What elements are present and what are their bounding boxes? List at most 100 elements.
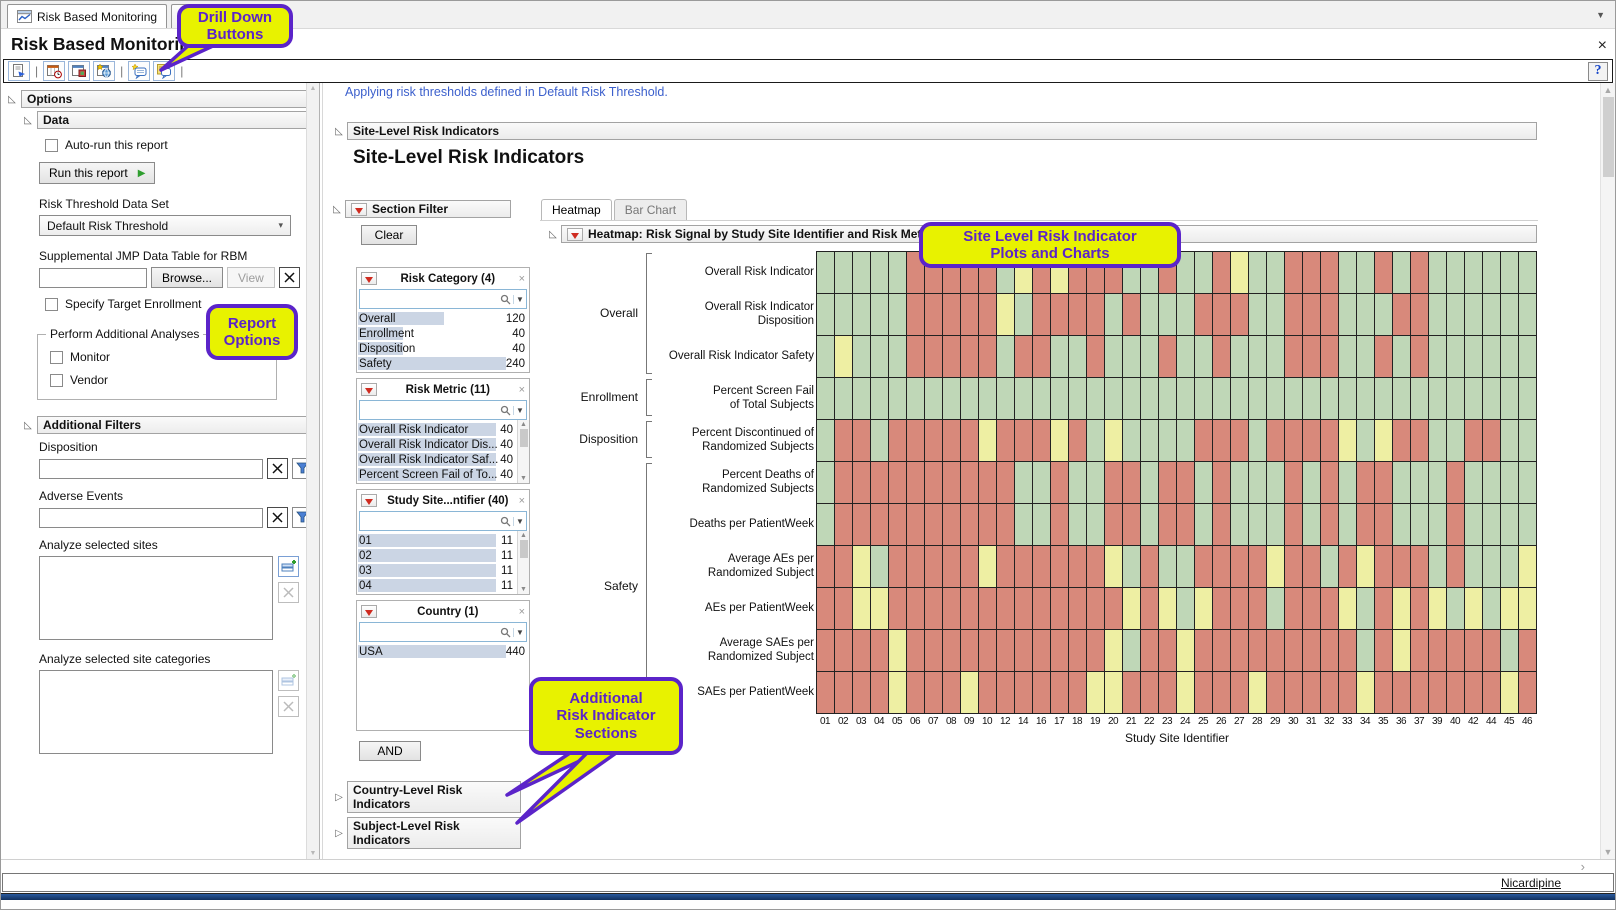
heatmap-cell[interactable]	[1357, 462, 1375, 504]
heatmap-cell[interactable]	[1303, 588, 1321, 630]
tab-heatmap[interactable]: Heatmap	[541, 199, 612, 220]
heatmap-cell[interactable]	[1105, 546, 1123, 588]
heatmap-cell[interactable]	[889, 294, 907, 336]
heatmap-cell[interactable]	[853, 378, 871, 420]
heatmap-cell[interactable]	[943, 588, 961, 630]
heatmap-cell[interactable]	[907, 630, 925, 672]
heatmap-cell[interactable]	[1105, 630, 1123, 672]
clear-filter-button[interactable]: Clear	[361, 225, 417, 245]
scroll-up-icon[interactable]: ▲	[1604, 85, 1613, 95]
heatmap-cell[interactable]	[889, 378, 907, 420]
heatmap-cell[interactable]	[1339, 378, 1357, 420]
heatmap-cell[interactable]	[1105, 336, 1123, 378]
heatmap-cell[interactable]	[1465, 462, 1483, 504]
filter-item[interactable]: Overall Risk Indicator Saf...40	[357, 452, 517, 467]
heatmap-cell[interactable]	[853, 420, 871, 462]
heatmap-cell[interactable]	[1195, 420, 1213, 462]
filter-search-input[interactable]	[360, 624, 498, 640]
heatmap-cell[interactable]	[889, 630, 907, 672]
heatmap-cell[interactable]	[1465, 546, 1483, 588]
heatmap-cell[interactable]	[1177, 420, 1195, 462]
heatmap-cell[interactable]	[1231, 252, 1249, 294]
heatmap-cell[interactable]	[997, 336, 1015, 378]
filter-scrollbar[interactable]: ▲▼	[517, 531, 529, 594]
heatmap-cell[interactable]	[1069, 336, 1087, 378]
heatmap-cell[interactable]	[1033, 462, 1051, 504]
data-section-header[interactable]: ◺ Data	[19, 111, 313, 129]
heatmap-cell[interactable]	[835, 630, 853, 672]
heatmap-cell[interactable]	[1141, 462, 1159, 504]
heatmap-cell[interactable]	[1033, 378, 1051, 420]
heatmap-cell[interactable]	[1429, 420, 1447, 462]
scroll-down-icon[interactable]: ▼	[310, 850, 317, 857]
heatmap-cell[interactable]	[1177, 546, 1195, 588]
table-export-icon[interactable]	[68, 61, 90, 81]
heatmap-cell[interactable]	[997, 504, 1015, 546]
scrollbar-thumb[interactable]	[520, 429, 528, 447]
heatmap-cell[interactable]	[1519, 546, 1537, 588]
filter-search-input[interactable]	[360, 513, 498, 529]
heatmap-cell[interactable]	[907, 378, 925, 420]
heatmap-cell[interactable]	[1087, 420, 1105, 462]
heatmap-cell[interactable]	[889, 672, 907, 714]
note-bubble-icon[interactable]	[128, 61, 150, 81]
heatmap-cell[interactable]	[1105, 378, 1123, 420]
heatmap-cell[interactable]	[817, 630, 835, 672]
heatmap-cell[interactable]	[1375, 672, 1393, 714]
tab-list-dropdown-icon[interactable]: ▼	[1596, 10, 1605, 20]
heatmap-cell[interactable]	[853, 504, 871, 546]
heatmap-cell[interactable]	[1375, 336, 1393, 378]
disposition-filter-input[interactable]	[39, 459, 263, 479]
heatmap-cell[interactable]	[1231, 336, 1249, 378]
heatmap-cell[interactable]	[817, 420, 835, 462]
heatmap-cell[interactable]	[961, 546, 979, 588]
heatmap-cell[interactable]	[1411, 378, 1429, 420]
heatmap-cell[interactable]	[1051, 294, 1069, 336]
filter-item[interactable]: 0111	[357, 533, 517, 548]
heatmap-cell[interactable]	[1105, 504, 1123, 546]
heatmap-cell[interactable]	[943, 504, 961, 546]
additional-filters-header[interactable]: ◺ Additional Filters	[19, 416, 313, 434]
filter-item[interactable]: 0211	[357, 548, 517, 563]
heatmap-cell[interactable]	[907, 504, 925, 546]
heatmap-cell[interactable]	[1015, 546, 1033, 588]
heatmap-cell[interactable]	[1483, 378, 1501, 420]
heatmap-cell[interactable]	[1051, 420, 1069, 462]
heatmap-cell[interactable]	[1411, 294, 1429, 336]
heatmap-cell[interactable]	[1267, 672, 1285, 714]
heatmap-cell[interactable]	[1015, 672, 1033, 714]
heatmap-cell[interactable]	[1069, 588, 1087, 630]
heatmap-cell[interactable]	[1249, 546, 1267, 588]
heatmap-cell[interactable]	[835, 504, 853, 546]
heatmap-cell[interactable]	[1447, 462, 1465, 504]
heatmap-cell[interactable]	[1483, 588, 1501, 630]
heatmap-cell[interactable]	[1087, 504, 1105, 546]
heatmap-cell[interactable]	[1285, 462, 1303, 504]
heatmap-cell[interactable]	[1033, 672, 1051, 714]
heatmap-cell[interactable]	[1051, 462, 1069, 504]
heatmap-cell[interactable]	[979, 462, 997, 504]
heatmap-cell[interactable]	[1321, 420, 1339, 462]
heatmap-cell[interactable]	[1303, 420, 1321, 462]
heatmap-cell[interactable]	[1339, 588, 1357, 630]
heatmap-cell[interactable]	[1195, 588, 1213, 630]
heatmap-cell[interactable]	[997, 378, 1015, 420]
heatmap-cell[interactable]	[1249, 462, 1267, 504]
heatmap-cell[interactable]	[1213, 294, 1231, 336]
heatmap-cell[interactable]	[997, 630, 1015, 672]
heatmap-cell[interactable]	[1411, 546, 1429, 588]
heatmap-cell[interactable]	[1159, 504, 1177, 546]
options-section-header[interactable]: ◺ Options	[3, 90, 313, 108]
heatmap-cell[interactable]	[1321, 630, 1339, 672]
heatmap-cell[interactable]	[1375, 420, 1393, 462]
heatmap-cell[interactable]	[1519, 504, 1537, 546]
heatmap-cell[interactable]	[1519, 378, 1537, 420]
risk-threshold-select[interactable]: Default Risk Threshold ▾	[39, 215, 291, 236]
heatmap-cell[interactable]	[1393, 546, 1411, 588]
heatmap-cell[interactable]	[1195, 336, 1213, 378]
heatmap-cell[interactable]	[1213, 546, 1231, 588]
heatmap-cell[interactable]	[1501, 336, 1519, 378]
open-report-icon[interactable]	[8, 61, 30, 81]
add-site-categories-icon[interactable]	[278, 670, 299, 691]
heatmap-cell[interactable]	[1465, 420, 1483, 462]
